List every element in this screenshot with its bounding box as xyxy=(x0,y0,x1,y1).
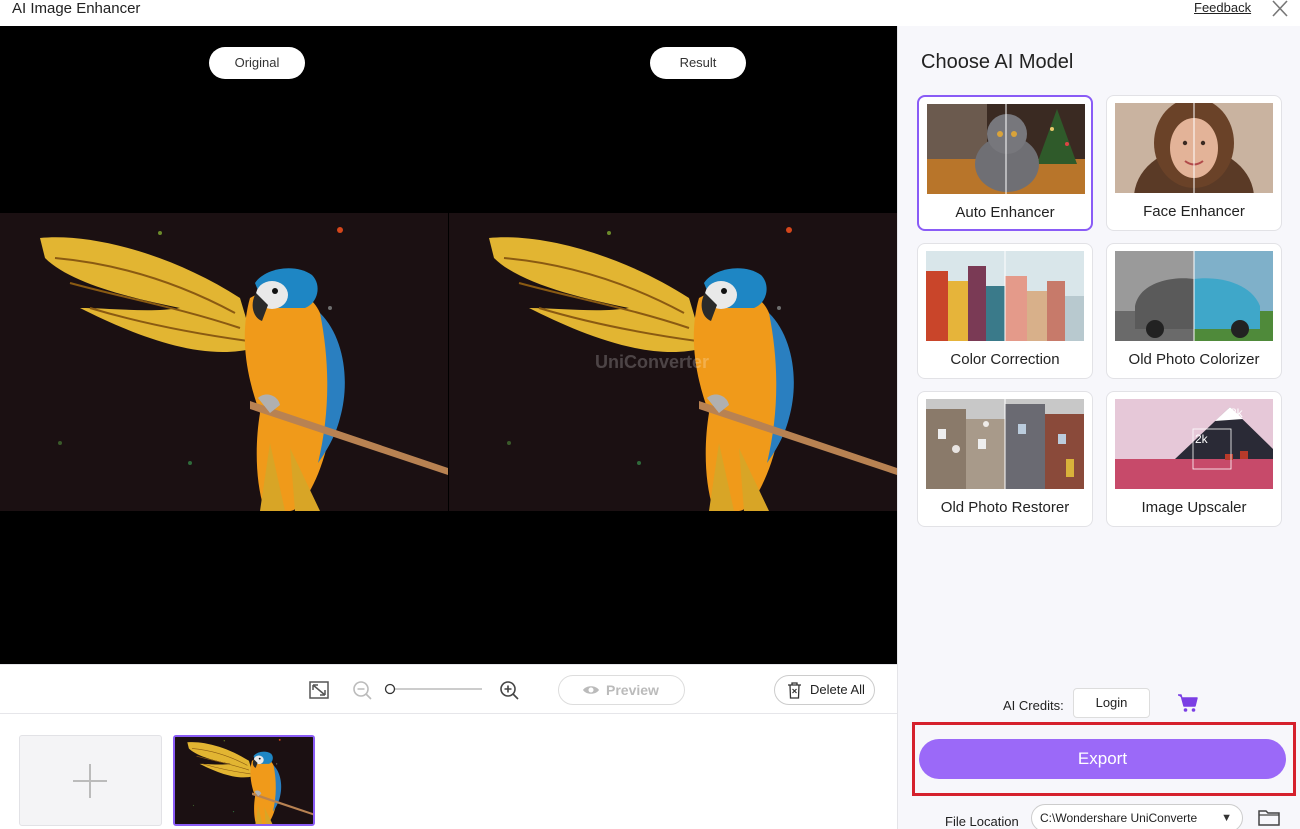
old-photo-restorer-preview xyxy=(926,399,1084,489)
color-correction-preview xyxy=(926,251,1084,341)
model-label: Image Upscaler xyxy=(1141,499,1247,516)
image-upscaler-preview: 2k 8k xyxy=(1115,399,1273,489)
original-label: Original xyxy=(209,47,305,79)
old-photo-colorizer-preview xyxy=(1115,251,1273,341)
upscaler-badge-8k: 8k xyxy=(1230,406,1244,420)
model-card-face-enhancer[interactable]: Face Enhancer xyxy=(1106,95,1282,231)
image-thumbnail-selected[interactable] xyxy=(173,735,315,826)
chevron-down-icon: ▼ xyxy=(1221,812,1232,824)
model-card-color-correction[interactable]: Color Correction xyxy=(917,243,1093,379)
plus-icon xyxy=(73,764,107,798)
upscaler-badge-2k: 2k xyxy=(1195,432,1209,446)
auto-enhancer-preview xyxy=(927,104,1085,194)
zoom-out-icon[interactable] xyxy=(351,679,373,701)
sidebar-title: Choose AI Model xyxy=(921,51,1074,73)
file-location-label: File Location xyxy=(945,814,1019,829)
model-card-auto-enhancer[interactable]: Auto Enhancer xyxy=(917,95,1093,231)
delete-all-button[interactable]: Delete All xyxy=(774,675,875,705)
preview-canvas: Original Result UniConverter xyxy=(0,26,897,664)
file-location-select[interactable]: C:\Wondershare UniConverte ▼ xyxy=(1031,804,1243,829)
model-label: Old Photo Restorer xyxy=(940,499,1070,516)
ai-credits-label: AI Credits: xyxy=(1003,698,1064,713)
zoom-in-icon[interactable] xyxy=(498,679,520,701)
cart-icon[interactable] xyxy=(1177,693,1199,713)
original-image xyxy=(0,213,448,511)
preview-toolbar: Preview Delete All xyxy=(0,664,897,714)
model-sidebar: Choose AI Model Auto Enhancer Face Enhan… xyxy=(897,26,1300,829)
watermark: UniConverter xyxy=(595,352,710,372)
zoom-slider[interactable] xyxy=(384,682,484,696)
close-icon[interactable] xyxy=(1270,0,1290,18)
model-card-image-upscaler[interactable]: 2k 8k Image Upscaler xyxy=(1106,391,1282,527)
export-button[interactable]: Export xyxy=(919,739,1286,779)
add-image-button[interactable] xyxy=(19,735,162,826)
model-label: Old Photo Colorizer xyxy=(1128,351,1260,368)
delete-all-label: Delete All xyxy=(810,682,865,697)
face-enhancer-preview xyxy=(1115,103,1273,193)
eye-icon xyxy=(583,686,599,694)
model-card-old-photo-restorer[interactable]: Old Photo Restorer xyxy=(917,391,1093,527)
preview-button[interactable]: Preview xyxy=(558,675,685,705)
zoom-slider-thumb xyxy=(384,683,396,695)
model-label: Color Correction xyxy=(950,351,1060,368)
result-label: Result xyxy=(650,47,746,79)
model-label: Face Enhancer xyxy=(1143,203,1245,220)
folder-icon[interactable] xyxy=(1258,808,1280,826)
app-title: AI Image Enhancer xyxy=(12,0,141,17)
login-button[interactable]: Login xyxy=(1073,688,1150,718)
file-location-value: C:\Wondershare UniConverte xyxy=(1040,811,1198,825)
thumbnail-strip xyxy=(0,715,897,829)
model-label: Auto Enhancer xyxy=(955,204,1055,221)
title-bar: AI Image Enhancer Feedback xyxy=(0,0,1300,26)
preview-label: Preview xyxy=(606,682,659,698)
thumbnail-image xyxy=(175,737,313,824)
trash-icon xyxy=(788,682,801,699)
feedback-link[interactable]: Feedback xyxy=(1194,0,1251,16)
fit-screen-icon[interactable] xyxy=(308,680,330,700)
model-card-old-photo-colorizer[interactable]: Old Photo Colorizer xyxy=(1106,243,1282,379)
